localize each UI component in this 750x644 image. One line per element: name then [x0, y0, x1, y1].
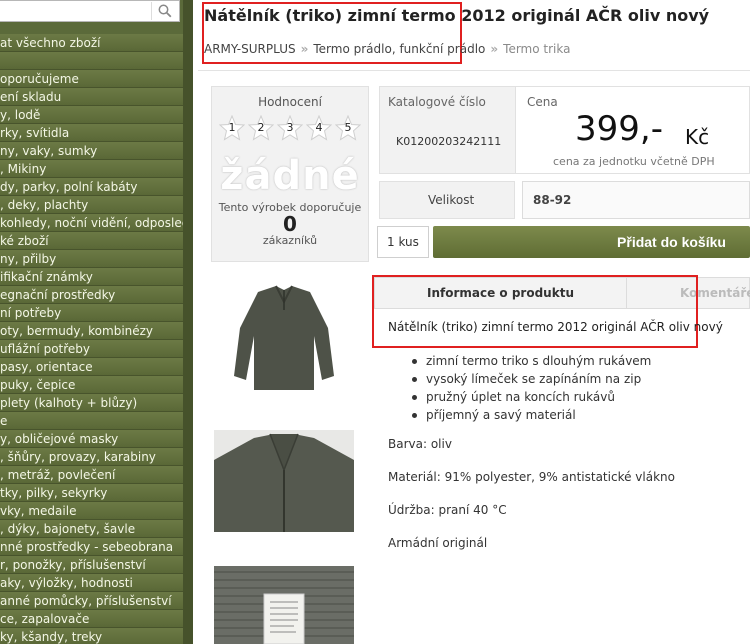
- feature-item: příjemný a savý materiál: [411, 406, 651, 424]
- rating-box: Hodnocení 1 2 3 4 5 žádné Tento výrobek …: [211, 86, 369, 262]
- sidebar-category-item[interactable]: nné prostředky - sebeobrana: [0, 538, 183, 556]
- divider: [198, 70, 750, 71]
- breadcrumb-separator-icon: »: [490, 42, 499, 56]
- shirt-label-image: [214, 566, 354, 644]
- color-info: Barva: oliv: [388, 437, 452, 451]
- sidebar-category-item[interactable]: y, obličejové masky: [0, 430, 183, 448]
- product-thumbnail-3[interactable]: [214, 566, 354, 644]
- sidebar: at všechno zboží oporučujeme ení skladu y, …: [0, 0, 193, 644]
- search-box: [0, 0, 180, 22]
- feature-list: zimní termo triko s dlouhým rukávem vyso…: [411, 352, 652, 424]
- star-number: 5: [344, 121, 352, 134]
- search-icon: [158, 4, 172, 18]
- sidebar-category-item[interactable]: aky, výložky, hodnosti: [0, 574, 183, 592]
- sidebar-category-item[interactable]: [0, 52, 183, 70]
- sidebar-category-item[interactable]: vky, medaile: [0, 502, 183, 520]
- add-to-cart-button[interactable]: Přidat do košíku: [433, 226, 750, 258]
- star-number: 1: [228, 121, 236, 134]
- sidebar-category-item[interactable]: ky, kšandy, treky: [0, 628, 183, 644]
- sidebar-scroll-strip: [183, 0, 193, 644]
- sidebar-category-item[interactable]: ce, zapalovače: [0, 610, 183, 628]
- feature-item: pružný úplet na koncích rukávů: [411, 388, 651, 406]
- catalog-number-cell: Katalogové číslo K01200203242111: [380, 87, 516, 173]
- search-button[interactable]: [151, 2, 177, 20]
- sidebar-category-item[interactable]: kohledy, noční vidění, odposlech: [0, 214, 183, 232]
- star-3[interactable]: 3: [277, 115, 303, 141]
- product-thumbnail-1[interactable]: [214, 280, 354, 398]
- feature-item: zimní termo triko s dlouhým rukávem: [411, 354, 652, 368]
- sidebar-category-item[interactable]: rky, svítidla: [0, 124, 183, 142]
- sidebar-category-item[interactable]: r, ponožky, příslušenství: [0, 556, 183, 574]
- price-currency: Kč: [685, 125, 710, 149]
- customers-label: zákazníků: [262, 234, 318, 247]
- category-list: at všechno zboží oporučujeme ení skladu y, …: [0, 34, 183, 644]
- price-box: Katalogové číslo K01200203242111 Cena 39…: [379, 86, 750, 174]
- sidebar-category-item[interactable]: pasy, orientace: [0, 358, 183, 376]
- shirt-front-image: [214, 280, 354, 398]
- breadcrumb-current[interactable]: Termo trika: [503, 42, 570, 56]
- sidebar-category-item[interactable]: egnační prostředky: [0, 286, 183, 304]
- star-number: 3: [286, 121, 294, 134]
- sidebar-category-item[interactable]: ní potřeby: [0, 304, 183, 322]
- sidebar-category-item[interactable]: at všechno zboží: [0, 34, 183, 52]
- origin-info: Armádní originál: [388, 536, 488, 550]
- sidebar-category-item[interactable]: , šňůry, provazy, karabiny: [0, 448, 183, 466]
- care-info: Údržba: praní 40 °C: [388, 503, 507, 517]
- highlight-box: [372, 275, 698, 348]
- star-4[interactable]: 4: [306, 115, 332, 141]
- star-number: 4: [315, 121, 323, 134]
- star-5[interactable]: 5: [335, 115, 361, 141]
- sidebar-category-item[interactable]: tky, pilky, sekyrky: [0, 484, 183, 502]
- breadcrumb-link-category[interactable]: Termo prádlo, funkční prádlo: [313, 42, 485, 56]
- star-2[interactable]: 2: [248, 115, 274, 141]
- description-title: Nátělník (triko) zimní termo 2012 origin…: [388, 320, 723, 334]
- sidebar-category-item[interactable]: oporučujeme: [0, 70, 183, 88]
- breadcrumb-separator-icon: »: [300, 42, 309, 56]
- sidebar-category-item[interactable]: ké zboží: [0, 232, 183, 250]
- sidebar-category-item[interactable]: ení skladu: [0, 88, 183, 106]
- star-number: 2: [257, 121, 265, 134]
- sidebar-category-item[interactable]: e: [0, 412, 183, 430]
- product-thumbnail-2[interactable]: [214, 430, 354, 532]
- sidebar-category-item[interactable]: , dýky, bajonety, šavle: [0, 520, 183, 538]
- breadcrumb: ARMY-SURPLUS » Termo prádlo, funkční prádl…: [204, 42, 570, 56]
- sidebar-category-item[interactable]: ifikační známky: [0, 268, 183, 286]
- price-amount: 399,-: [575, 109, 663, 149]
- catalog-number-label: Katalogové číslo: [388, 95, 486, 109]
- sidebar-category-item[interactable]: plety (kalhoty + blůzy): [0, 394, 183, 412]
- material-info: Materiál: 91% polyester, 9% antistatické…: [388, 470, 675, 484]
- catalog-number-value: K01200203242111: [396, 135, 502, 148]
- search-input[interactable]: [0, 2, 146, 22]
- star-1[interactable]: 1: [219, 115, 245, 141]
- feature-item: vysoký límeček se zapínáním na zip: [411, 370, 651, 388]
- sidebar-category-item[interactable]: ny, vaky, sumky: [0, 142, 183, 160]
- quantity-field[interactable]: 1 kus: [377, 226, 429, 258]
- sidebar-category-item[interactable]: anné pomůcky, příslušenství: [0, 592, 183, 610]
- rating-label: Hodnocení: [258, 95, 322, 109]
- sidebar-category-item[interactable]: , deky, plachty: [0, 196, 183, 214]
- rating-stars: 1 2 3 4 5: [212, 115, 368, 143]
- size-select[interactable]: 88-92: [522, 181, 750, 219]
- rating-none-text: žádné: [220, 153, 360, 199]
- sidebar-category-item[interactable]: puky, čepice: [0, 376, 183, 394]
- size-label: Velikost: [379, 181, 515, 219]
- sidebar-category-item[interactable]: uflážní potřeby: [0, 340, 183, 358]
- recommend-count: 0: [283, 212, 297, 236]
- sidebar-category-item[interactable]: ny, přilby: [0, 250, 183, 268]
- breadcrumb-link-home[interactable]: ARMY-SURPLUS: [204, 42, 296, 56]
- sidebar-category-item[interactable]: dy, parky, polní kabáty: [0, 178, 183, 196]
- sidebar-category-item[interactable]: , metráž, povlečení: [0, 466, 183, 484]
- price-note: cena za jednotku včetně DPH: [553, 155, 715, 168]
- sidebar-category-item[interactable]: oty, bermudy, kombinézy: [0, 322, 183, 340]
- shirt-detail-image: [214, 430, 354, 532]
- sidebar-category-item[interactable]: , Mikiny: [0, 160, 183, 178]
- price-label: Cena: [527, 95, 558, 109]
- price-cell: Cena 399,- Kč cena za jednotku včetně DP…: [517, 87, 749, 173]
- sidebar-category-item[interactable]: y, lodě: [0, 106, 183, 124]
